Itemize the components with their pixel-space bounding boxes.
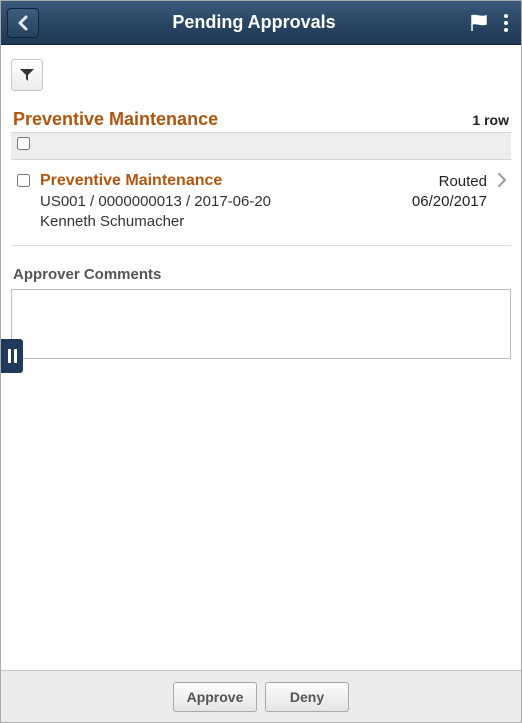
chevron-right-icon xyxy=(491,172,507,188)
item-body: Preventive Maintenance US001 / 000000001… xyxy=(40,172,412,233)
side-handle[interactable] xyxy=(1,339,23,373)
item-title: Preventive Maintenance xyxy=(40,172,412,190)
select-all-checkbox[interactable] xyxy=(17,137,30,150)
select-all-bar xyxy=(11,132,511,160)
comments-textarea[interactable] xyxy=(11,289,511,359)
comments-label: Approver Comments xyxy=(13,266,509,283)
main-content: Preventive Maintenance 1 row Preventive … xyxy=(1,45,521,670)
header-actions xyxy=(469,13,515,33)
item-date: 06/20/2017 xyxy=(412,192,487,212)
item-checkbox[interactable] xyxy=(17,174,30,187)
more-menu-icon[interactable] xyxy=(503,13,509,33)
deny-button[interactable]: Deny xyxy=(265,682,349,712)
footer-bar: Approve Deny xyxy=(1,670,521,722)
filter-icon xyxy=(19,68,35,82)
header-bar: Pending Approvals xyxy=(1,1,521,45)
item-meta: Routed 06/20/2017 xyxy=(412,172,491,213)
flag-icon[interactable] xyxy=(469,13,491,33)
section-title: Preventive Maintenance xyxy=(13,109,218,130)
row-count: 1 row xyxy=(472,112,509,128)
item-person: Kenneth Schumacher xyxy=(40,212,412,232)
item-detail: US001 / 0000000013 / 2017-06-20 xyxy=(40,192,412,212)
back-button[interactable] xyxy=(7,8,39,38)
chevron-left-icon xyxy=(17,15,29,31)
page-title: Pending Approvals xyxy=(39,12,469,33)
filter-button[interactable] xyxy=(11,59,43,91)
item-status: Routed xyxy=(412,172,487,192)
section-header: Preventive Maintenance 1 row xyxy=(13,109,509,130)
approve-button[interactable]: Approve xyxy=(173,682,257,712)
pause-icon xyxy=(8,349,17,363)
list-item[interactable]: Preventive Maintenance US001 / 000000001… xyxy=(11,160,511,246)
